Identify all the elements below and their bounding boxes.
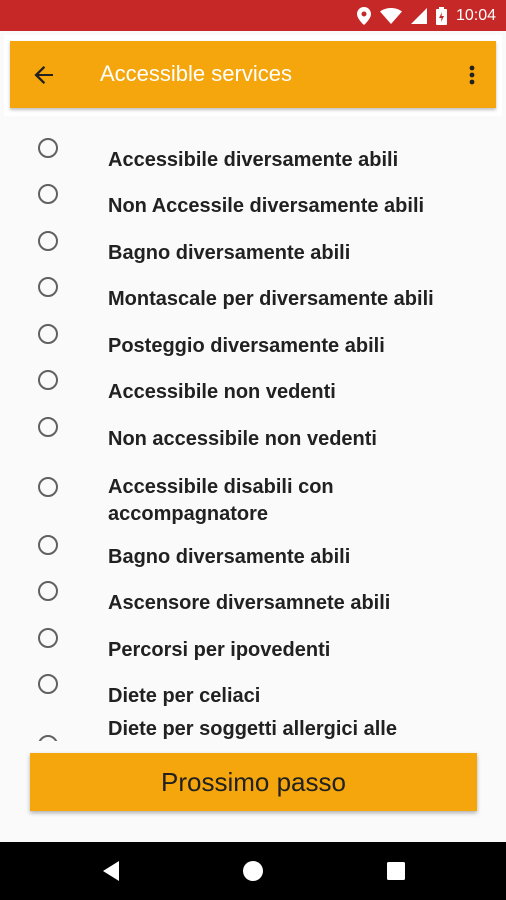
services-list[interactable]: Accessibile diversamente abili Non Acces… [0, 124, 506, 741]
option-label: Posteggio diversamente abili [108, 335, 385, 357]
option-label: Non Accessile diversamente abili [108, 195, 425, 217]
next-step-button[interactable]: Prossimo passo [30, 753, 477, 811]
home-circle-icon [241, 861, 265, 887]
radio-button[interactable] [38, 184, 58, 204]
option-label: Diete per celiaci [108, 685, 261, 707]
list-item[interactable]: Non Accessile diversamente abili [0, 180, 506, 217]
list-item[interactable]: Diete per soggetti allergici alle [0, 717, 506, 741]
list-item[interactable]: Montascale per diversamente abili [0, 273, 506, 310]
radio-button[interactable] [38, 535, 58, 555]
list-item[interactable]: Bagno diversamente abili [0, 227, 506, 264]
list-item[interactable]: Ascensore diversamnete abili [0, 577, 506, 614]
arrow-back-icon [29, 66, 59, 94]
option-label: Diete per soggetti allergici alle [108, 718, 397, 740]
radio-button[interactable] [38, 277, 58, 297]
radio-button[interactable] [38, 231, 58, 251]
option-label: Ascensore diversamnete abili [108, 592, 391, 614]
option-label: Bagno diversamente abili [108, 546, 351, 568]
list-item[interactable]: Accessibile non vedenti [0, 366, 506, 403]
radio-button[interactable] [38, 370, 58, 390]
signal-icon [410, 7, 427, 24]
option-label: Non accessibile non vedenti [108, 428, 377, 450]
option-label: Bagno diversamente abili [108, 242, 351, 264]
radio-button[interactable] [38, 477, 58, 497]
battery-icon [435, 6, 447, 25]
status-icons: 10:04 [356, 0, 496, 31]
navigation-bar [0, 842, 506, 900]
radio-button[interactable] [38, 735, 58, 741]
option-label: Montascale per diversamente abili [108, 288, 434, 310]
list-item[interactable]: Accessibile disabili con accompagnatore [0, 460, 506, 525]
option-label: Accessibile disabili con accompagnatore [108, 476, 334, 525]
list-item[interactable]: Accessibile diversamente abili [0, 134, 506, 171]
list-item[interactable]: Non accessibile non vedenti [0, 413, 506, 450]
radio-button[interactable] [38, 581, 58, 601]
location-icon [356, 6, 371, 25]
list-item[interactable]: Diete per celiaci [0, 670, 506, 707]
radio-button[interactable] [38, 138, 58, 158]
nav-back-button[interactable] [99, 859, 123, 883]
page-title: Accessible services [100, 61, 292, 86]
more-vert-icon [462, 65, 482, 94]
status-time: 10:04 [455, 6, 496, 24]
option-label: Accessibile non vedenti [108, 381, 336, 403]
back-button[interactable] [29, 60, 59, 90]
nav-home-button[interactable] [241, 859, 265, 883]
toolbar: Accessible services [10, 41, 496, 108]
option-label: Accessibile diversamente abili [108, 149, 399, 171]
wifi-icon [379, 7, 402, 24]
option-label: Percorsi per ipovedenti [108, 639, 331, 661]
nav-recents-button[interactable] [384, 859, 408, 883]
list-item[interactable]: Bagno diversamente abili [0, 531, 506, 568]
more-options-button[interactable] [462, 60, 482, 90]
recents-square-icon [384, 862, 408, 887]
list-item[interactable]: Percorsi per ipovedenti [0, 624, 506, 661]
radio-button[interactable] [38, 417, 58, 437]
list-item[interactable]: Posteggio diversamente abili [0, 320, 506, 357]
radio-button[interactable] [38, 324, 58, 344]
back-triangle-icon [99, 861, 123, 887]
status-bar: 10:04 [0, 0, 506, 31]
radio-button[interactable] [38, 674, 58, 694]
radio-button[interactable] [38, 628, 58, 648]
